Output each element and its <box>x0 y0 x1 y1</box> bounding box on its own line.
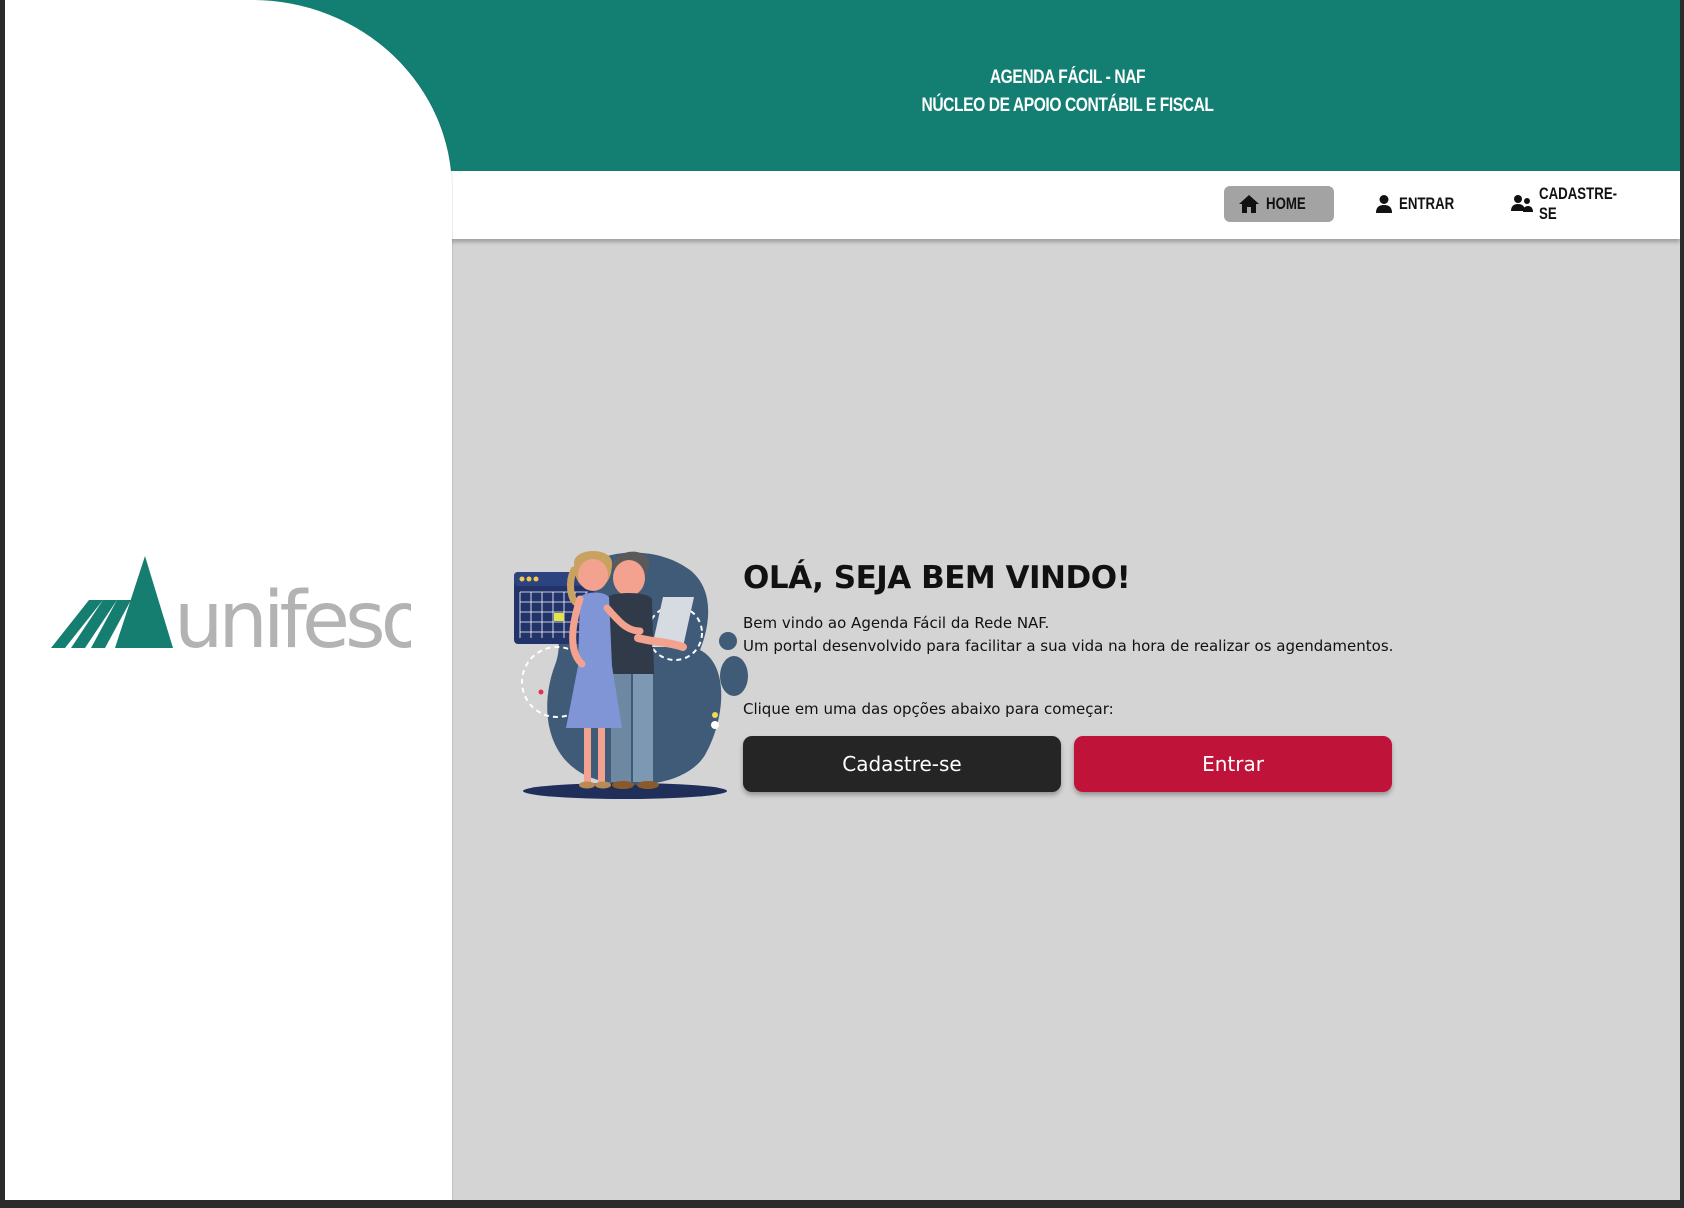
welcome-section: OLÁ, SEJA BEM VINDO! Bem vindo ao Agenda… <box>500 530 1420 810</box>
login-button[interactable]: Entrar <box>1074 736 1392 792</box>
nav-entrar-label: ENTRAR <box>1399 194 1455 213</box>
logo-text: unifeso <box>174 576 411 653</box>
sidebar-panel: unifeso <box>5 0 452 1200</box>
home-icon <box>1238 194 1260 214</box>
nav-home-label: HOME <box>1266 194 1306 213</box>
signup-button[interactable]: Cadastre-se <box>743 736 1061 792</box>
user-icon <box>1375 194 1393 214</box>
welcome-line-1: Bem vindo ao Agenda Fácil da Rede NAF. <box>743 614 1050 632</box>
app-window: AGENDA FÁCIL - NAF NÚCLEO DE APOIO CONTÁ… <box>5 0 1680 1200</box>
header-title: AGENDA FÁCIL - NAF NÚCLEO DE APOIO CONTÁ… <box>565 64 1570 120</box>
nav-home[interactable]: HOME <box>1224 186 1334 222</box>
people-calendar-illustration <box>500 530 750 805</box>
nav-entrar[interactable]: ENTRAR <box>1361 186 1479 222</box>
nav-cadastre-se-label: CADASTRE-SE <box>1539 184 1618 223</box>
header-title-line1: AGENDA FÁCIL - NAF <box>989 67 1146 88</box>
welcome-description: Bem vindo ao Agenda Fácil da Rede NAF. U… <box>743 612 1393 658</box>
users-icon <box>1511 194 1533 214</box>
header-title-line2: NÚCLEO DE APOIO CONTÁBIL E FISCAL <box>921 95 1214 116</box>
welcome-heading: OLÁ, SEJA BEM VINDO! <box>743 560 1131 596</box>
welcome-line-2: Um portal desenvolvido para facilitar a … <box>743 637 1394 655</box>
nav-cadastre-se[interactable]: CADASTRE-SE <box>1497 184 1655 223</box>
options-prompt: Clique em uma das opções abaixo para com… <box>743 700 1114 718</box>
unifeso-logo: unifeso <box>51 548 430 666</box>
